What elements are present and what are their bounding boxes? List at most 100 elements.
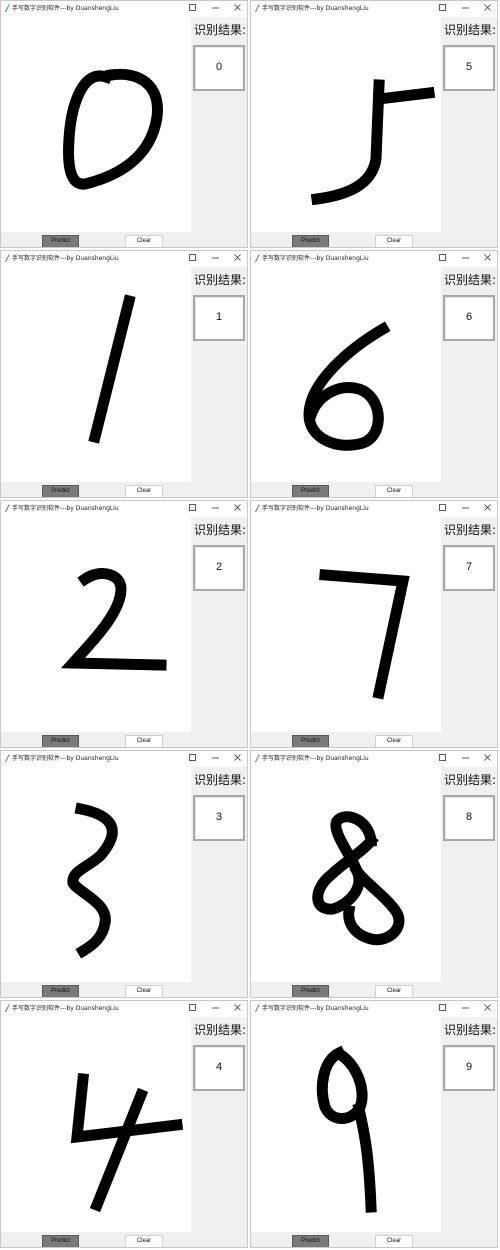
result-value: 9 — [465, 1061, 473, 1073]
close-button[interactable] — [477, 1, 497, 15]
maximize-button[interactable] — [182, 251, 204, 265]
window-title: 手写数字识别软件---by DuanshengLiu — [262, 1005, 369, 1012]
predict-button[interactable]: Predict — [42, 985, 79, 997]
maximize-button[interactable] — [432, 251, 454, 265]
maximize-button[interactable] — [432, 1001, 454, 1015]
minimize-button[interactable] — [205, 1, 227, 15]
minimize-button[interactable] — [205, 1001, 227, 1015]
result-box: 7 — [443, 545, 495, 591]
result-label: 识别结果: — [443, 523, 497, 537]
minimize-button[interactable] — [205, 251, 227, 265]
clear-button[interactable]: Clear — [375, 485, 413, 497]
clear-button[interactable]: Clear — [375, 735, 413, 747]
window-title: 手写数字识别软件---by DuanshengLiu — [12, 5, 119, 12]
feather-icon — [5, 1004, 10, 1012]
result-label: 识别结果: — [193, 523, 247, 537]
drawing-canvas[interactable] — [1, 767, 191, 982]
minimize-button[interactable] — [455, 1001, 477, 1015]
handwritten-digit — [310, 79, 436, 206]
maximize-button[interactable] — [432, 751, 454, 765]
maximize-button[interactable] — [182, 1, 204, 15]
window-title: 手写数字识别软件---by DuanshengLiu — [262, 5, 369, 12]
title-bar[interactable]: 手写数字识别软件---by DuanshengLiu — [1, 1001, 247, 1017]
minimize-button[interactable] — [205, 501, 227, 515]
drawing-canvas[interactable] — [1, 517, 191, 732]
handwritten-digit — [319, 569, 410, 700]
result-box: 1 — [193, 295, 245, 341]
maximize-icon — [189, 754, 196, 761]
title-bar[interactable]: 手写数字识别软件---by DuanshengLiu — [251, 1001, 497, 1017]
close-button[interactable] — [227, 251, 247, 265]
close-button[interactable] — [477, 751, 497, 765]
window-title: 手写数字识别软件---by DuanshengLiu — [12, 255, 119, 262]
maximize-icon — [189, 254, 196, 261]
close-button[interactable] — [227, 1, 247, 15]
clear-button[interactable]: Clear — [375, 235, 413, 247]
drawing-canvas[interactable] — [251, 1017, 441, 1232]
predict-button[interactable]: Predict — [292, 235, 329, 247]
drawing-canvas[interactable] — [1, 267, 191, 482]
digit-stroke — [319, 569, 410, 700]
close-button[interactable] — [227, 501, 247, 515]
clear-button[interactable]: Clear — [125, 735, 163, 747]
minimize-button[interactable] — [205, 751, 227, 765]
title-bar[interactable]: 手写数字识别软件---by DuanshengLiu — [1, 501, 247, 517]
predict-button[interactable]: Predict — [292, 735, 329, 747]
clear-button[interactable]: Clear — [125, 1235, 163, 1247]
title-bar[interactable]: 手写数字识别软件---by DuanshengLiu — [251, 251, 497, 267]
predict-button[interactable]: Predict — [292, 1235, 329, 1247]
clear-button[interactable]: Clear — [125, 485, 163, 497]
drawing-canvas[interactable] — [251, 17, 441, 232]
drawing-canvas[interactable] — [251, 267, 441, 482]
result-label: 识别结果: — [193, 23, 247, 37]
predict-button[interactable]: Predict — [292, 985, 329, 997]
close-button[interactable] — [227, 1001, 247, 1015]
minimize-button[interactable] — [455, 1, 477, 15]
result-value: 2 — [215, 561, 223, 573]
clear-button[interactable]: Clear — [125, 985, 163, 997]
predict-button[interactable]: Predict — [292, 485, 329, 497]
clear-button[interactable]: Clear — [375, 985, 413, 997]
drawing-canvas[interactable] — [1, 17, 191, 232]
result-box: 2 — [193, 545, 245, 591]
predict-button[interactable]: Predict — [42, 1235, 79, 1247]
handwritten-digit — [60, 568, 167, 671]
maximize-button[interactable] — [182, 501, 204, 515]
maximize-button[interactable] — [432, 1, 454, 15]
handwritten-digit — [312, 811, 405, 946]
close-button[interactable] — [477, 251, 497, 265]
digit-stroke — [63, 68, 163, 190]
title-bar[interactable]: 手写数字识别软件---by DuanshengLiu — [251, 1, 497, 17]
digit-stroke — [60, 568, 167, 671]
maximize-button[interactable] — [182, 751, 204, 765]
predict-button[interactable]: Predict — [42, 235, 79, 247]
maximize-button[interactable] — [432, 501, 454, 515]
drawing-canvas[interactable] — [1, 1017, 191, 1232]
close-button[interactable] — [477, 1001, 497, 1015]
digit-stroke — [310, 79, 385, 206]
drawing-canvas[interactable] — [251, 517, 441, 732]
drawing-canvas[interactable] — [251, 767, 441, 982]
title-bar[interactable]: 手写数字识别软件---by DuanshengLiu — [251, 751, 497, 767]
minimize-button[interactable] — [455, 251, 477, 265]
title-bar[interactable]: 手写数字识别软件---by DuanshengLiu — [1, 1, 247, 17]
title-bar[interactable]: 手写数字识别软件---by DuanshengLiu — [251, 501, 497, 517]
maximize-button[interactable] — [182, 1001, 204, 1015]
result-box: 6 — [443, 295, 495, 341]
feather-icon — [255, 1004, 260, 1012]
predict-button[interactable]: Predict — [42, 485, 79, 497]
result-value: 3 — [215, 811, 223, 823]
minimize-button[interactable] — [455, 751, 477, 765]
minimize-icon — [212, 257, 219, 259]
minimize-button[interactable] — [455, 501, 477, 515]
title-bar[interactable]: 手写数字识别软件---by DuanshengLiu — [1, 251, 247, 267]
predict-button[interactable]: Predict — [42, 735, 79, 747]
close-button[interactable] — [227, 751, 247, 765]
digit-stroke — [372, 86, 436, 106]
maximize-icon — [439, 4, 446, 11]
clear-button[interactable]: Clear — [375, 1235, 413, 1247]
clear-button[interactable]: Clear — [125, 235, 163, 247]
feather-icon — [5, 754, 10, 762]
title-bar[interactable]: 手写数字识别软件---by DuanshengLiu — [1, 751, 247, 767]
close-button[interactable] — [477, 501, 497, 515]
